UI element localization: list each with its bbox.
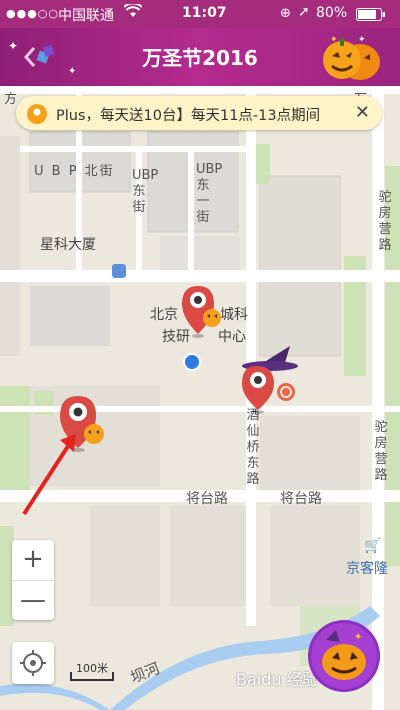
status-bar: ●●●○○ 中国联通 11:07 ⊕ ➚ 80%	[0, 0, 400, 28]
street-label-tuofang: 驼房营路	[378, 190, 392, 253]
wifi-icon	[123, 2, 143, 22]
witch-monster-marker[interactable]	[236, 344, 302, 416]
rotation-lock-icon: ⊕	[280, 6, 291, 21]
nav-bar: ✦ ✦ ✦ 万圣节2016 ✦	[0, 28, 400, 86]
svg-text:✦: ✦	[354, 632, 362, 643]
zoom-in-button[interactable]: +	[12, 540, 54, 581]
pumpkin-icon: ✦	[308, 620, 380, 692]
street-label-ubp-east-1: UBP东一街	[196, 162, 223, 225]
street-label-jiangtai: 将台路	[280, 491, 322, 507]
promo-banner[interactable]: Plus，每天送10台】每天11点-13点期间 ✕	[16, 96, 382, 130]
building-icon	[112, 264, 126, 278]
signal-strength: ●●●○○	[6, 7, 59, 20]
user-location-marker	[182, 352, 204, 374]
street-label-ubp-east: UBP东街	[132, 168, 159, 215]
place-label-city-tech: 城科	[220, 307, 248, 323]
street-label-jiuxianqiao-east: 酒仙桥东路	[246, 408, 260, 487]
place-label-xingke[interactable]: 星科大厦	[40, 234, 96, 254]
svg-text:✦: ✦	[330, 35, 338, 45]
zoom-control: + —	[12, 540, 54, 620]
place-label-beijing: 北京	[150, 307, 178, 323]
locate-me-button[interactable]	[12, 642, 54, 684]
close-icon[interactable]: ✕	[355, 102, 370, 123]
location-arrow-icon: ➚	[298, 4, 310, 20]
crosshair-icon	[20, 650, 46, 676]
halloween-pumpkin-button[interactable]: ✦	[306, 618, 382, 694]
street-label: 方	[4, 92, 18, 107]
street-label-tuofang: 驼房营路	[374, 420, 388, 483]
pumpkin-decoration-icon: ✦	[320, 32, 382, 86]
location-pin-icon	[26, 103, 48, 125]
monster-marker[interactable]	[178, 282, 224, 340]
battery-icon	[356, 8, 386, 25]
place-label-jingkelong[interactable]: 京客隆	[346, 558, 388, 578]
map-view[interactable]: 方 万 U B P 北街 UBP东街 UBP东一街 驼房营路 驼房营路 酒仙桥东…	[0, 86, 400, 710]
banner-text: Plus，每天送10台】每天11点-13点期间	[56, 108, 321, 124]
street-label-jiangtai: 将台路	[186, 491, 228, 507]
battery-level: 80%	[316, 5, 348, 21]
map-scale: 100米	[70, 660, 114, 682]
street-label-ubp-north: U B P 北街	[34, 164, 115, 179]
annotation-arrow-icon	[22, 434, 76, 516]
zoom-out-button[interactable]: —	[12, 581, 54, 621]
carrier-name: 中国联通	[58, 8, 114, 24]
shopping-cart-icon: 🛒	[364, 538, 382, 554]
status-time: 11:07	[182, 5, 227, 21]
